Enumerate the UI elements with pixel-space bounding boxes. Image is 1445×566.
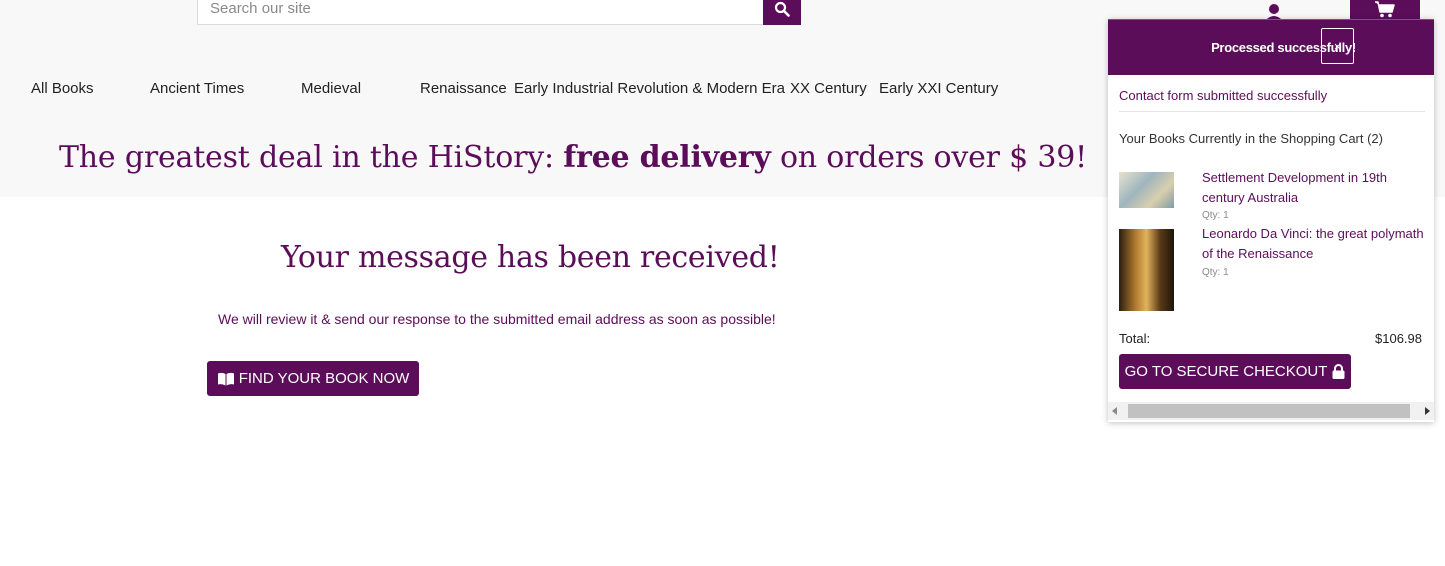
promo-highlight: free delivery: [563, 140, 771, 175]
lock-icon: [1332, 364, 1345, 379]
page-subtitle: We will review it & send our response to…: [218, 311, 776, 327]
open-book-icon: [217, 372, 234, 385]
nav-item-all-books[interactable]: All Books: [31, 80, 94, 97]
scroll-right-arrow-icon[interactable]: [1425, 407, 1430, 415]
search-input[interactable]: [197, 0, 764, 25]
find-book-label: FIND YOUR BOOK NOW: [238, 370, 410, 387]
close-icon[interactable]: ×: [1321, 28, 1354, 64]
promo-prefix: The greatest deal in the HiStory:: [59, 140, 564, 175]
search-icon: [774, 1, 790, 17]
toast-header: Processed successfully! ×: [1108, 20, 1434, 75]
cart-item-qty: Qty: 1: [1202, 210, 1229, 221]
scroll-thumb[interactable]: [1128, 404, 1410, 418]
checkout-label: GO TO SECURE CHECKOUT: [1124, 363, 1328, 380]
horizontal-scrollbar[interactable]: [1108, 402, 1434, 420]
toast-divider: [1119, 111, 1425, 112]
nav-item-xxi-century[interactable]: Early XXI Century: [879, 80, 998, 97]
nav-item-renaissance[interactable]: Renaissance: [420, 80, 507, 97]
shopping-cart-icon: [1375, 1, 1395, 18]
cart-item-thumbnail[interactable]: [1119, 229, 1174, 311]
toast-message: Contact form submitted successfully: [1119, 88, 1328, 103]
cart-item-title[interactable]: Settlement Development in 19th century A…: [1202, 168, 1427, 207]
nav-item-xx-century[interactable]: XX Century: [790, 80, 867, 97]
promo-suffix: on orders over $ 39!: [770, 140, 1087, 175]
total-value: $106.98: [1375, 331, 1422, 346]
scroll-left-arrow-icon[interactable]: [1112, 407, 1117, 415]
cart-item-title[interactable]: Leonardo Da Vinci: the great polymath of…: [1202, 224, 1427, 263]
promo-banner: The greatest deal in the HiStory: free d…: [59, 140, 1087, 175]
cart-heading: Your Books Currently in the Shopping Car…: [1119, 131, 1383, 146]
search-button[interactable]: [763, 0, 801, 25]
cart-toast: Processed successfully! × Contact form s…: [1108, 19, 1434, 422]
checkout-button[interactable]: GO TO SECURE CHECKOUT: [1119, 354, 1351, 389]
total-label: Total:: [1119, 331, 1151, 346]
nav-item-industrial-modern[interactable]: Early Industrial Revolution & Modern Era: [514, 80, 785, 97]
page-title: Your message has been received!: [281, 240, 780, 275]
nav-item-medieval[interactable]: Medieval: [301, 80, 361, 97]
find-book-button[interactable]: FIND YOUR BOOK NOW: [207, 361, 419, 396]
cart-item-qty: Qty: 1: [1202, 267, 1229, 278]
cart-item-thumbnail[interactable]: [1119, 172, 1174, 208]
nav-item-ancient-times[interactable]: Ancient Times: [150, 80, 244, 97]
